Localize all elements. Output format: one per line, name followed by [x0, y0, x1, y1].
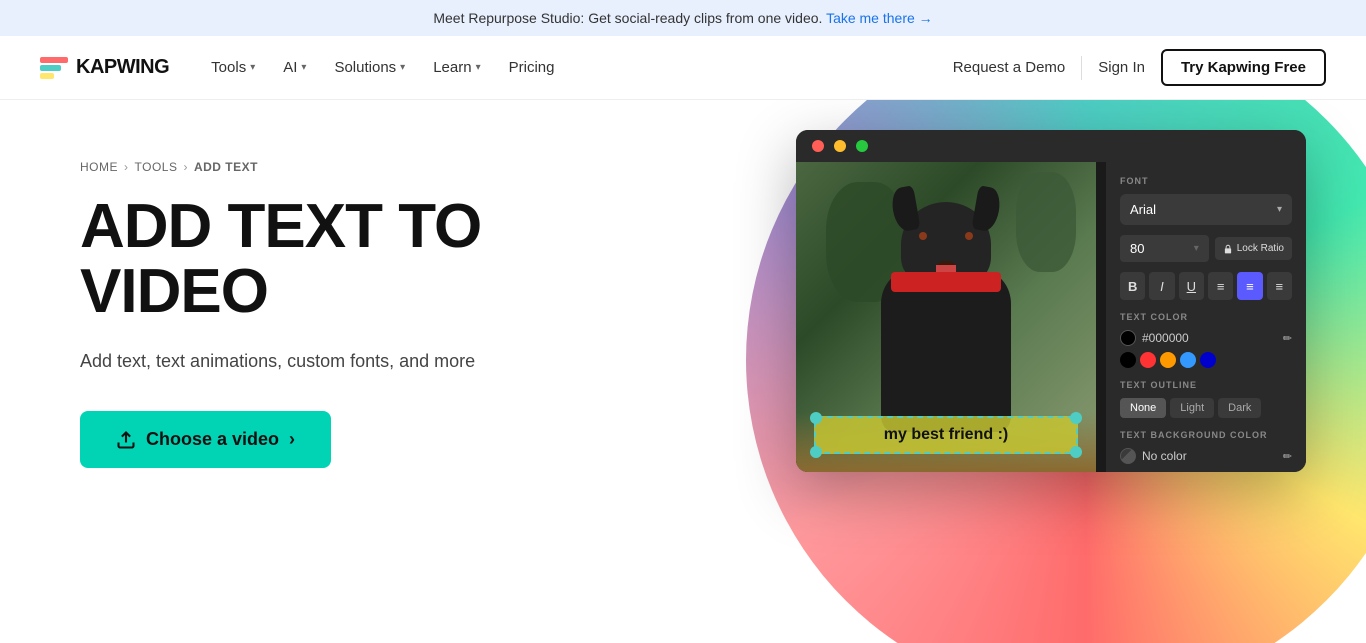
no-color-text: No color: [1142, 449, 1187, 463]
outline-none-button[interactable]: None: [1120, 398, 1166, 418]
color-swatch-black[interactable]: [1120, 330, 1136, 346]
banner-text: Meet Repurpose Studio: Get social-ready …: [433, 10, 822, 26]
request-demo-link[interactable]: Request a Demo: [953, 59, 1066, 76]
sign-in-link[interactable]: Sign In: [1098, 59, 1145, 76]
eyedropper-icon[interactable]: ✏: [1283, 332, 1292, 345]
handle-bl[interactable]: [810, 446, 822, 458]
nav-right: Request a Demo Sign In Try Kapwing Free: [953, 49, 1326, 86]
italic-button[interactable]: I: [1149, 272, 1174, 300]
swatch-blue[interactable]: [1180, 352, 1196, 368]
lock-ratio-button[interactable]: Lock Ratio: [1215, 237, 1292, 260]
size-arrows: ▾: [1194, 243, 1199, 254]
handle-tr[interactable]: [1070, 412, 1082, 424]
size-row: 80 ▾ Lock Ratio: [1120, 235, 1292, 262]
hero-section: HOME › TOOLS › ADD TEXT ADD TEXT TO VIDE…: [0, 100, 1366, 643]
format-row: B I U ≡ ≡ ≡: [1120, 272, 1292, 300]
no-color-swatch[interactable]: [1120, 448, 1136, 464]
swatch-black[interactable]: [1120, 352, 1136, 368]
text-bg-color-section: TEXT BACKGROUND COLOR No color ✏: [1120, 430, 1292, 464]
chevron-down-icon: ▾: [1277, 204, 1282, 215]
text-color-label: TEXT COLOR: [1120, 312, 1292, 322]
dog-body: [881, 272, 1011, 432]
lock-icon: [1223, 244, 1233, 254]
dog-eye-right: [965, 232, 973, 240]
hero-left: HOME › TOOLS › ADD TEXT ADD TEXT TO VIDE…: [0, 100, 541, 643]
handle-br[interactable]: [1070, 446, 1082, 458]
swatch-darkblue[interactable]: [1200, 352, 1216, 368]
font-selector[interactable]: Arial ▾: [1120, 194, 1292, 225]
bandana: [891, 272, 1001, 292]
nav-ai[interactable]: AI ▾: [271, 51, 318, 84]
text-color-section: TEXT COLOR #000000 ✏: [1120, 312, 1292, 368]
choose-video-button[interactable]: Choose a video ›: [80, 411, 331, 468]
hero-description: Add text, text animations, custom fonts,…: [80, 348, 481, 375]
align-left-button[interactable]: ≡: [1208, 272, 1233, 300]
window-close-dot: [812, 140, 824, 152]
editor-frame: my best friend :) FONT Arial ▾: [796, 130, 1306, 472]
text-bg-label: TEXT BACKGROUND COLOR: [1120, 430, 1292, 440]
breadcrumb-sep: ›: [124, 160, 129, 174]
eyedropper-icon-2[interactable]: ✏: [1283, 450, 1292, 463]
align-center-button[interactable]: ≡: [1237, 272, 1262, 300]
logo-text: KAPWING: [76, 56, 169, 79]
foliage-right: [1016, 172, 1076, 272]
logo-icon: [40, 57, 68, 79]
hex-value: #000000: [1142, 331, 1189, 345]
underline-button[interactable]: U: [1179, 272, 1204, 300]
window-expand-dot: [856, 140, 868, 152]
breadcrumb-sep2: ›: [183, 160, 188, 174]
breadcrumb-home[interactable]: HOME: [80, 160, 118, 174]
nav-links: Tools ▾ AI ▾ Solutions ▾ Learn ▾ Pricing: [199, 51, 953, 84]
font-panel: FONT Arial ▾ 80 ▾ Lock Ratio: [1106, 162, 1306, 472]
text-outline-label: TEXT OUTLINE: [1120, 380, 1292, 390]
font-label: FONT: [1120, 176, 1292, 186]
font-size-input[interactable]: 80 ▾: [1120, 235, 1209, 262]
logo[interactable]: KAPWING: [40, 56, 169, 79]
editor-content: my best friend :) FONT Arial ▾: [796, 162, 1306, 472]
chevron-down-icon: ▾: [400, 62, 405, 73]
navbar: KAPWING Tools ▾ AI ▾ Solutions ▾ Learn ▾…: [0, 36, 1366, 100]
breadcrumb: HOME › TOOLS › ADD TEXT: [80, 160, 481, 174]
nav-learn[interactable]: Learn ▾: [421, 51, 492, 84]
chevron-down-icon: ▾: [476, 62, 481, 73]
upload-icon: [116, 430, 136, 450]
editor-titlebar: [796, 130, 1306, 162]
page-title: ADD TEXT TO VIDEO: [80, 194, 481, 324]
bg-color-row: No color ✏: [1120, 448, 1292, 464]
outline-dark-button[interactable]: Dark: [1218, 398, 1261, 418]
align-right-button[interactable]: ≡: [1267, 272, 1292, 300]
color-swatches: [1120, 352, 1292, 368]
chevron-down-icon: ▾: [301, 62, 306, 73]
video-preview[interactable]: my best friend :): [796, 162, 1096, 472]
nav-tools[interactable]: Tools ▾: [199, 51, 267, 84]
text-outline-section: TEXT OUTLINE None Light Dark: [1120, 380, 1292, 418]
chevron-right-icon: ›: [289, 429, 295, 450]
outline-light-button[interactable]: Light: [1170, 398, 1214, 418]
top-banner: Meet Repurpose Studio: Get social-ready …: [0, 0, 1366, 36]
editor-mockup: my best friend :) FONT Arial ▾: [796, 130, 1306, 472]
window-minimize-dot: [834, 140, 846, 152]
handle-tl[interactable]: [810, 412, 822, 424]
chevron-down-icon: ▾: [250, 62, 255, 73]
color-value-row: #000000 ✏: [1120, 330, 1292, 346]
nav-pricing[interactable]: Pricing: [497, 51, 567, 84]
text-overlay[interactable]: my best friend :): [814, 416, 1078, 454]
swatch-orange[interactable]: [1160, 352, 1176, 368]
try-free-button[interactable]: Try Kapwing Free: [1161, 49, 1326, 86]
banner-link[interactable]: Take me there →: [826, 10, 933, 26]
swatch-red[interactable]: [1140, 352, 1156, 368]
dog-eye-left: [919, 232, 927, 240]
nav-divider: [1081, 56, 1082, 80]
outline-buttons: None Light Dark: [1120, 398, 1292, 418]
breadcrumb-tools[interactable]: TOOLS: [135, 160, 178, 174]
bold-button[interactable]: B: [1120, 272, 1145, 300]
dog-ear-right: [971, 185, 1002, 232]
nav-solutions[interactable]: Solutions ▾: [322, 51, 417, 84]
breadcrumb-current: ADD TEXT: [194, 160, 258, 174]
